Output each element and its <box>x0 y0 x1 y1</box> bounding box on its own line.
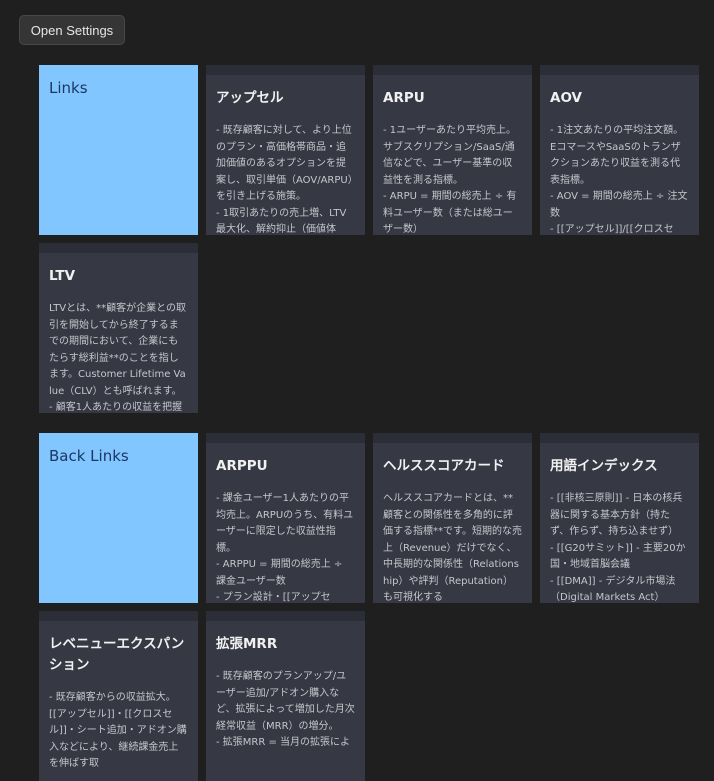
card-body: - 既存顧客からの収益拡大。[[アップセル]]・[[クロスセル]]・シート追加・… <box>49 692 187 769</box>
card-body: - 1注文あたりの平均注文額。EコマースやSaaSのトランザクションあたり収益を… <box>550 125 688 235</box>
back-links-section: Back Links ARPPU - 課金ユーザー1人あたりの平均売上。ARPU… <box>39 433 699 781</box>
backlink-card-arppu[interactable]: ARPPU - 課金ユーザー1人あたりの平均売上。ARPUのうち、有料ユーザーに… <box>206 433 365 603</box>
card-body: ヘルススコアカードとは、**顧客との関係性を多角的に評価する指標**です。短期的… <box>383 493 522 603</box>
link-card-aov[interactable]: AOV - 1注文あたりの平均注文額。EコマースやSaaSのトランザクションあた… <box>540 65 699 235</box>
card-title: ヘルススコアカード <box>383 458 505 474</box>
backlink-card-revenue-expansion[interactable]: レベニューエクスパンション - 既存顧客からの収益拡大。[[アップセル]]・[[… <box>39 611 198 781</box>
card-title: 拡張MRR <box>216 636 278 652</box>
links-heading: Links <box>49 79 88 97</box>
card-title: ARPU <box>383 90 425 106</box>
card-title: ARPPU <box>216 458 268 474</box>
card-title: レベニューエクスパンション <box>49 636 185 673</box>
card-title: 用語インデックス <box>550 458 658 474</box>
card-body: - 既存顧客に対して、より上位のプラン・高価格帯商品・追加価値のあるオプションを… <box>216 125 353 235</box>
back-links-heading: Back Links <box>49 447 129 465</box>
backlink-card-health-scorecard[interactable]: ヘルススコアカード ヘルススコアカードとは、**顧客との関係性を多角的に評価する… <box>373 433 532 603</box>
open-settings-button[interactable]: Open Settings <box>19 15 125 45</box>
backlink-card-expansion-mrr[interactable]: 拡張MRR - 既存顧客のプランアップ/ユーザー追加/アドオン購入など、拡張によ… <box>206 611 365 781</box>
back-links-heading-card: Back Links <box>39 433 198 603</box>
card-title: アップセル <box>216 90 284 106</box>
links-section: Links アップセル - 既存顧客に対して、より上位のプラン・高価格帯商品・追… <box>39 65 699 413</box>
link-card-arpu[interactable]: ARPU - 1ユーザーあたり平均売上。サブスクリプション/SaaS/通信などで… <box>373 65 532 235</box>
card-body: - 1ユーザーあたり平均売上。サブスクリプション/SaaS/通信などで、ユーザー… <box>383 125 517 235</box>
card-body: LTVとは、**顧客が企業との取引を開始してから終了するまでの期間において、企業… <box>49 303 187 413</box>
card-body: - [[非核三原則]] - 日本の核兵器に関する基本方針（持たず、作らず、持ち込… <box>550 493 686 603</box>
card-body: - 課金ユーザー1人あたりの平均売上。ARPUのうち、有料ユーザーに限定した収益… <box>216 493 354 603</box>
backlink-card-glossary-index[interactable]: 用語インデックス - [[非核三原則]] - 日本の核兵器に関する基本方針（持た… <box>540 433 699 603</box>
link-card-ltv[interactable]: LTV LTVとは、**顧客が企業との取引を開始してから終了するまでの期間におい… <box>39 243 198 413</box>
card-body: - 既存顧客のプランアップ/ユーザー追加/アドオン購入など、拡張によって増加した… <box>216 671 355 748</box>
card-title: LTV <box>49 268 76 284</box>
links-heading-card: Links <box>39 65 198 235</box>
link-card-upsell[interactable]: アップセル - 既存顧客に対して、より上位のプラン・高価格帯商品・追加価値のある… <box>206 65 365 235</box>
card-title: AOV <box>550 90 583 106</box>
